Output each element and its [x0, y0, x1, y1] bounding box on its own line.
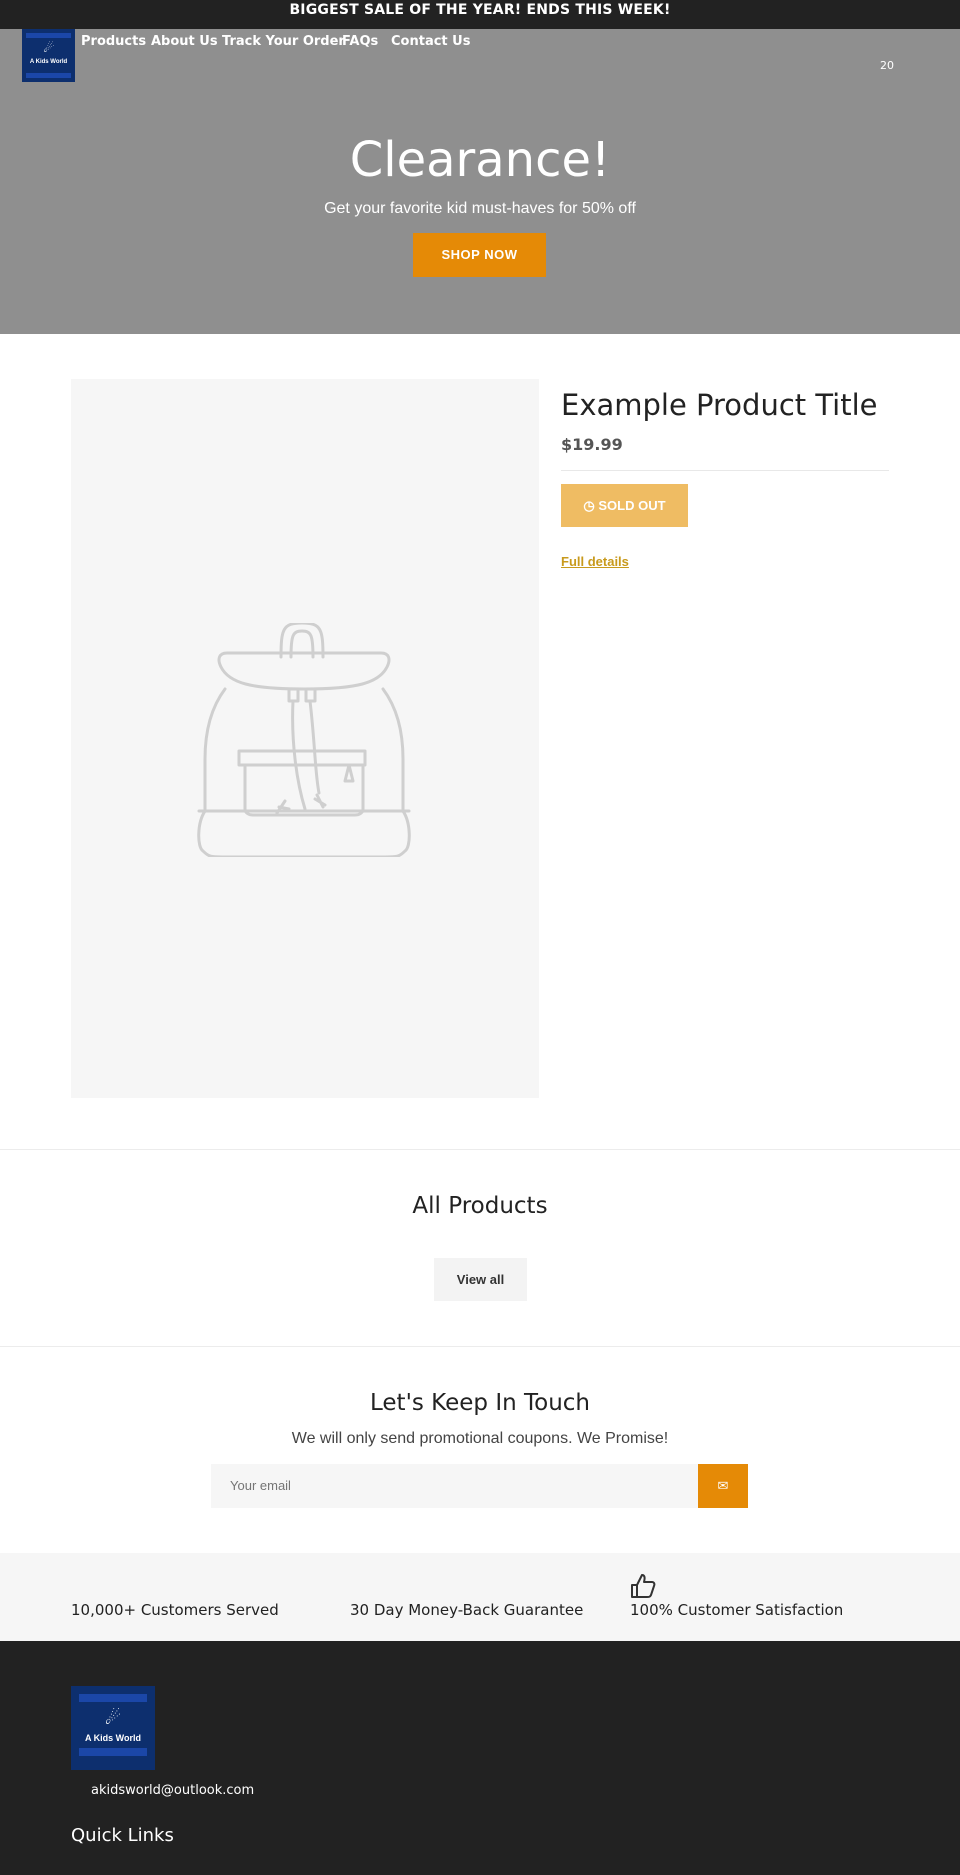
quick-links-title: Quick Links — [71, 1825, 174, 1846]
brand-logo[interactable]: ☄ A Kids World — [22, 29, 75, 82]
nav-products[interactable]: Products — [81, 34, 146, 49]
clock-icon: ◷ — [583, 498, 595, 513]
logo-stripe — [26, 33, 71, 38]
logo-figure-icon: ☄ — [43, 41, 55, 55]
thumbs-up-icon — [631, 1574, 656, 1598]
divider — [561, 470, 889, 471]
hero-subtitle: Get your favorite kid must-haves for 50%… — [324, 200, 636, 217]
hero-banner: ☄ A Kids World Products About Us Track Y… — [0, 29, 960, 334]
announcement-bar: BIGGEST SALE OF THE YEAR! ENDS THIS WEEK… — [0, 0, 960, 29]
logo-stripe — [79, 1694, 147, 1702]
trust-bar: 10,000+ Customers Served 30 Day Money-Ba… — [0, 1553, 960, 1641]
logo-text: A Kids World — [29, 59, 68, 65]
cart-icon[interactable]: 20 — [880, 59, 894, 73]
email-input[interactable] — [211, 1464, 698, 1508]
footer-email-link[interactable]: akidsworld@outlook.com — [91, 1783, 254, 1798]
divider — [0, 1149, 960, 1150]
subscribe-button[interactable]: ✉ — [698, 1464, 748, 1508]
newsletter-subtitle: We will only send promotional coupons. W… — [291, 1430, 669, 1447]
sold-out-label: SOLD OUT — [598, 498, 666, 513]
nav-track-order[interactable]: Track Your Order — [222, 34, 345, 49]
trust-item: 100% Customer Satisfaction — [630, 1601, 844, 1619]
nav-faqs[interactable]: FAQs — [342, 34, 378, 49]
collection-title: All Products — [412, 1193, 548, 1219]
logo-text: A Kids World — [85, 1733, 141, 1743]
hero-title: Clearance! — [349, 132, 611, 188]
product-image[interactable] — [71, 379, 539, 1098]
envelope-icon: ✉ — [717, 1478, 729, 1493]
product-price: $19.99 — [561, 435, 623, 454]
shop-now-button[interactable]: SHOP NOW — [413, 233, 546, 277]
footer: ☄ A Kids World akidsworld@outlook.com Qu… — [0, 1641, 960, 1875]
logo-figure-icon: ☄ — [104, 1708, 122, 1729]
footer-logo[interactable]: ☄ A Kids World — [71, 1686, 155, 1770]
trust-item: 10,000+ Customers Served — [71, 1601, 279, 1619]
trust-item: 30 Day Money-Back Guarantee — [350, 1601, 584, 1619]
nav-about-us[interactable]: About Us — [151, 34, 218, 49]
product-title[interactable]: Example Product Title — [561, 388, 878, 422]
backpack-placeholder-icon — [197, 623, 411, 857]
view-all-button[interactable]: View all — [434, 1258, 527, 1301]
full-details-link[interactable]: Full details — [561, 554, 629, 569]
logo-stripe — [79, 1748, 147, 1756]
nav-contact-us[interactable]: Contact Us — [391, 34, 470, 49]
divider — [0, 1346, 960, 1347]
newsletter-title: Let's Keep In Touch — [369, 1390, 591, 1416]
logo-stripe — [26, 73, 71, 78]
sold-out-button[interactable]: ◷ SOLD OUT — [561, 484, 688, 527]
